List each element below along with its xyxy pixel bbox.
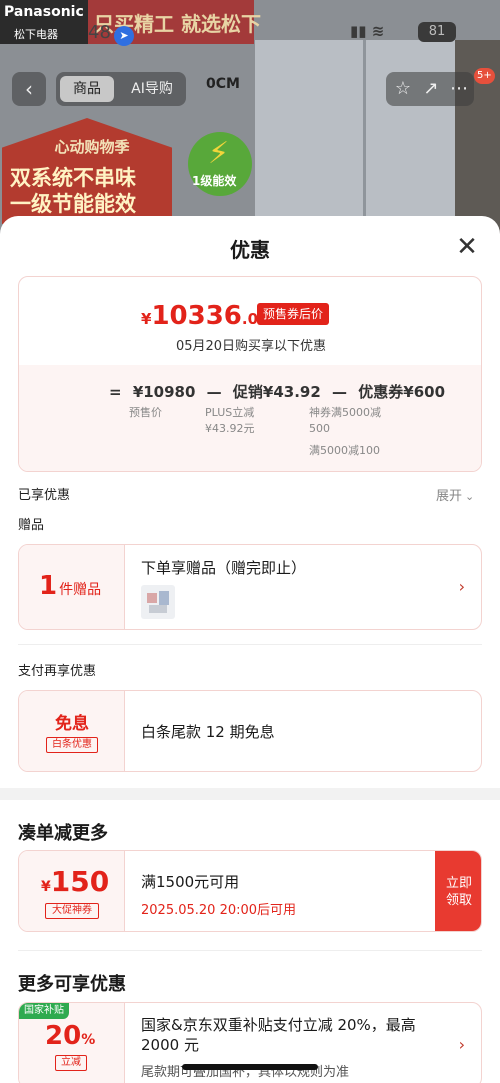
coupon-type-tag: 大促神券 <box>45 903 99 919</box>
coupon-condition: 满1500元可用 <box>141 873 240 891</box>
coupon-detail-label: 神券满5000减 500 满5000减100 <box>309 406 381 457</box>
energy-rating-badge: ⚡ 1级能效 <box>188 132 252 196</box>
enjoyed-label: 已享优惠 <box>18 488 71 503</box>
page-tabs: 商品 AI导购 <box>56 72 186 106</box>
interest-free-card: 免息 白条优惠 白条尾款 12 期免息 <box>18 690 482 772</box>
interest-free-text: 白条尾款 12 期免息 <box>141 723 275 741</box>
national-subsidy-card[interactable]: 国家补贴 20% 立减 国家&京东双重补贴支付立减 20%，最高 2000 元 … <box>18 1002 482 1083</box>
divider <box>18 950 482 951</box>
gift-count: 1 件赠品 <box>39 571 102 601</box>
gift-card[interactable]: 1 件赠品 下单享赠品（赠完即止） › <box>18 544 482 630</box>
presale-price-tag: 预售券后价 <box>257 303 330 325</box>
dimension-label: 0CM <box>206 76 240 92</box>
brand-logo: Panasonic 松下电器 <box>0 0 88 44</box>
tab-product[interactable]: 商品 <box>60 76 114 102</box>
lightning-icon: ⚡ <box>208 136 230 171</box>
base-price-label: 预售价 <box>129 406 162 419</box>
price-formula: = ¥10980 — 促销¥43.92 — 优惠券¥600 <box>109 383 446 401</box>
divider <box>18 644 482 645</box>
close-icon[interactable]: ✕ <box>450 232 484 266</box>
interest-free-badge-area: 免息 白条优惠 <box>19 691 125 771</box>
subsidy-percent: 20% <box>45 1021 96 1051</box>
signal-wifi-icon: ▮▮ ≋ <box>350 22 385 40</box>
section-divider <box>0 788 500 800</box>
subsidy-description: 国家&京东双重补贴支付立减 20%，最高 2000 元 <box>141 1016 416 1054</box>
top-actions: ☆ ↗ ⋯ <box>386 72 474 106</box>
subsidy-badge-area: 国家补贴 20% 立减 <box>19 1003 125 1083</box>
coupon-card: ¥150 大促神券 满1500元可用 2025.05.20 20:00后可用 立… <box>18 850 482 932</box>
claim-coupon-button[interactable]: 立即 领取 <box>435 851 481 931</box>
battery-indicator: 81 <box>418 22 456 42</box>
expand-toggle[interactable]: 展开 ⌄ <box>436 485 474 504</box>
location-icon: ➤ <box>114 26 134 46</box>
chevron-down-icon: ⌄ <box>465 490 475 503</box>
national-subsidy-flag: 国家补贴 <box>19 1003 69 1019</box>
favorite-star-icon[interactable]: ☆ <box>392 78 414 100</box>
discount-sheet: 优惠 ✕ ¥10336.08 预售券后价 05月20日购买享以下优惠 = ¥10… <box>0 216 500 1083</box>
chevron-right-icon: › <box>458 577 465 596</box>
gift-count-area: 1 件赠品 <box>19 545 125 629</box>
instant-discount-tag: 立减 <box>55 1055 87 1071</box>
back-button[interactable]: ‹ <box>12 72 46 106</box>
purchase-date-note: 05月20日购买享以下优惠 <box>175 339 327 354</box>
plus-discount-label: PLUS立减 ¥43.92元 <box>205 406 255 435</box>
price-breakdown-card: ¥10336.08 预售券后价 05月20日购买享以下优惠 = ¥10980 —… <box>18 276 482 472</box>
more-icon[interactable]: ⋯ <box>448 78 470 100</box>
message-badge: 5+ <box>474 68 495 84</box>
baitiao-tag: 白条优惠 <box>46 737 98 753</box>
gift-section-label: 赠品 <box>18 518 45 533</box>
tab-ai-guide[interactable]: AI导购 <box>122 76 182 102</box>
status-time-partial: 48 <box>88 22 111 43</box>
product-page-background: Panasonic 松下电器 只买精工 就选松下 48 ➤ ▮▮ ≋ 81 ‹ … <box>0 0 500 240</box>
brand-slogan: 只买精工 就选松下 <box>88 0 261 44</box>
final-price: ¥10336.08 <box>141 301 269 331</box>
gift-thumbnail <box>141 585 175 619</box>
home-indicator[interactable] <box>182 1064 318 1070</box>
chevron-right-icon: › <box>458 1035 465 1054</box>
promo-badge: 心动购物季 双系统不串味 一级节能能效 <box>2 118 172 224</box>
interest-free-title: 免息 <box>55 714 89 734</box>
coupon-valid-time: 2025.05.20 20:00后可用 <box>141 903 297 918</box>
fridge-image <box>255 40 455 240</box>
gift-title: 下单享赠品（赠完即止） <box>141 559 307 577</box>
pay-section-label: 支付再享优惠 <box>18 664 97 679</box>
coupon-amount-area: ¥150 大促神券 <box>19 851 125 931</box>
sheet-title: 优惠 <box>230 238 270 262</box>
coupon-amount: ¥150 <box>41 865 110 898</box>
share-icon[interactable]: ↗ <box>420 78 442 100</box>
more-discount-heading: 凑单减更多 <box>18 823 108 844</box>
more-offers-heading: 更多可享优惠 <box>18 974 126 995</box>
